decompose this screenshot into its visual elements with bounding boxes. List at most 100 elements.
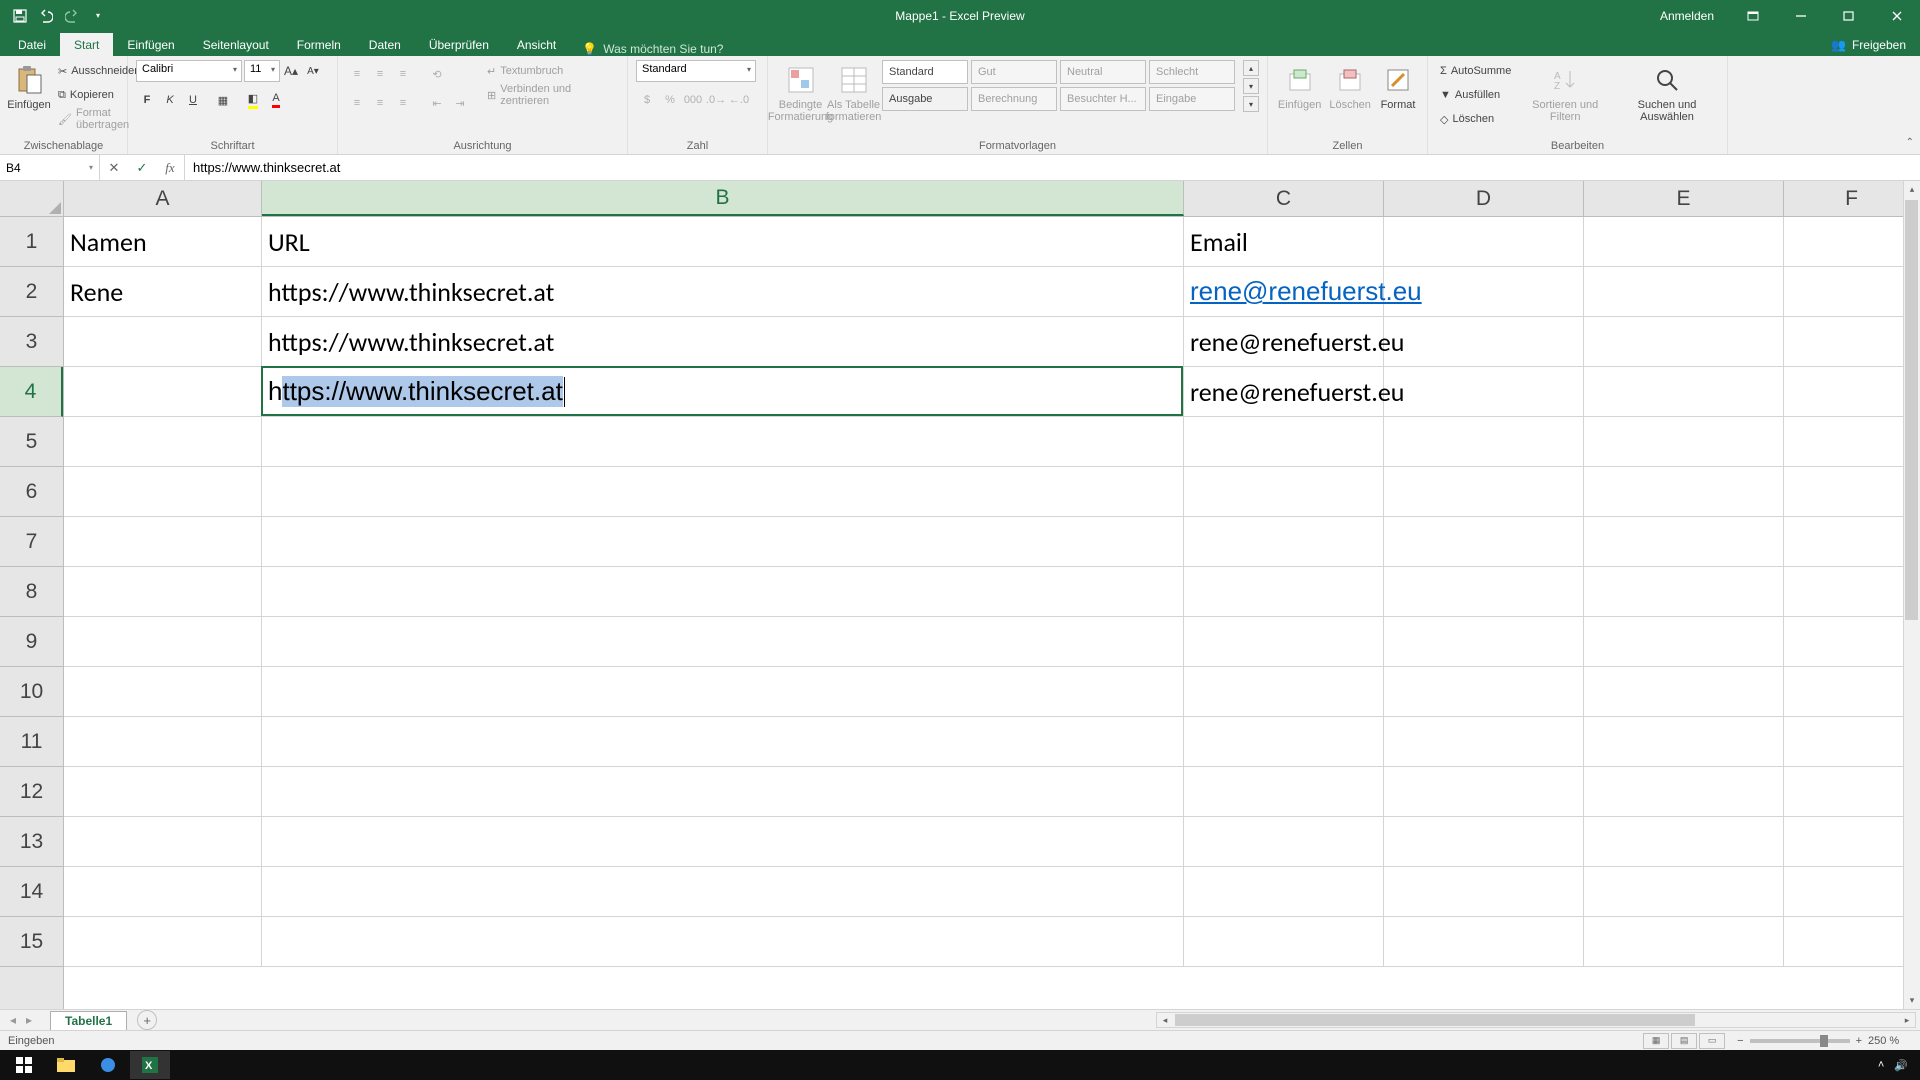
row-header-12[interactable]: 12 (0, 767, 63, 817)
sheet-nav-prev-icon[interactable]: ◂ (6, 1013, 20, 1027)
cell-C7[interactable] (1184, 517, 1384, 566)
cell-F11[interactable] (1784, 717, 1920, 766)
style-eingabe[interactable]: Eingabe (1149, 87, 1235, 111)
decrease-decimal-button[interactable]: ←.0 (728, 89, 750, 111)
increase-decimal-button[interactable]: .0→ (705, 89, 727, 111)
accounting-button[interactable]: $ (636, 89, 658, 111)
font-size-select[interactable]: 11 (244, 60, 280, 82)
minimize-icon[interactable] (1778, 0, 1824, 31)
row-header-11[interactable]: 11 (0, 717, 63, 767)
fill-button[interactable]: ▼Ausfüllen (1436, 84, 1515, 106)
cell-A11[interactable] (64, 717, 262, 766)
column-header-E[interactable]: E (1584, 181, 1784, 216)
formula-input[interactable]: https://www.thinksecret.at (185, 155, 1920, 180)
align-right-button[interactable]: ≡ (392, 92, 414, 114)
border-button[interactable]: ▦ (212, 89, 234, 111)
hscroll-thumb[interactable] (1175, 1014, 1695, 1026)
font-name-select[interactable]: Calibri (136, 60, 242, 82)
cell-F3[interactable] (1784, 317, 1920, 366)
start-button[interactable] (4, 1051, 44, 1079)
cell-D3[interactable] (1384, 317, 1584, 366)
cell-E11[interactable] (1584, 717, 1784, 766)
conditional-formatting-button[interactable]: Bedingte Formatierung (776, 60, 825, 127)
style-besuchter[interactable]: Besuchter H... (1060, 87, 1146, 111)
qat-customize-icon[interactable]: ▾ (86, 4, 110, 28)
row-header-13[interactable]: 13 (0, 817, 63, 867)
cell-B9[interactable] (262, 617, 1184, 666)
row-header-1[interactable]: 1 (0, 217, 63, 267)
cell-A10[interactable] (64, 667, 262, 716)
ribbon-display-icon[interactable] (1730, 0, 1776, 31)
cell-A9[interactable] (64, 617, 262, 666)
cell-E12[interactable] (1584, 767, 1784, 816)
delete-cells-button[interactable]: Löschen (1327, 60, 1373, 115)
save-icon[interactable] (8, 4, 32, 28)
cell-A15[interactable] (64, 917, 262, 966)
shrink-font-button[interactable]: A▾ (302, 60, 324, 82)
row-header-4[interactable]: 4 (0, 367, 63, 417)
cell-E13[interactable] (1584, 817, 1784, 866)
cell-D6[interactable] (1384, 467, 1584, 516)
cell-A4[interactable] (64, 367, 262, 416)
cell-A7[interactable] (64, 517, 262, 566)
grow-font-button[interactable]: A▴ (280, 60, 302, 82)
cell-E4[interactable] (1584, 367, 1784, 416)
decrease-indent-button[interactable]: ⇤ (426, 92, 448, 114)
cell-A5[interactable] (64, 417, 262, 466)
cell-E6[interactable] (1584, 467, 1784, 516)
row-header-6[interactable]: 6 (0, 467, 63, 517)
font-color-button[interactable]: A (265, 89, 287, 111)
tray-chevron-icon[interactable]: ˄ (1878, 1059, 1884, 1071)
cell-D10[interactable] (1384, 667, 1584, 716)
cell-F14[interactable] (1784, 867, 1920, 916)
insert-cells-button[interactable]: Einfügen (1276, 60, 1323, 115)
tab-review[interactable]: Überprüfen (415, 33, 503, 56)
cell-E8[interactable] (1584, 567, 1784, 616)
fx-icon[interactable]: fx (156, 155, 184, 180)
cell-E15[interactable] (1584, 917, 1784, 966)
cell-C9[interactable] (1184, 617, 1384, 666)
scroll-down-icon[interactable]: ▾ (1904, 992, 1920, 1009)
cell-C6[interactable] (1184, 467, 1384, 516)
vscroll-thumb[interactable] (1905, 200, 1918, 620)
row-header-3[interactable]: 3 (0, 317, 63, 367)
tab-data[interactable]: Daten (355, 33, 415, 56)
cell-B3[interactable]: https://www.thinksecret.at (262, 317, 1184, 366)
row-header-10[interactable]: 10 (0, 667, 63, 717)
align-left-button[interactable]: ≡ (346, 92, 368, 114)
cell-A2[interactable]: Rene (64, 267, 262, 316)
style-ausgabe[interactable]: Ausgabe (882, 87, 968, 111)
zoom-thumb[interactable] (1820, 1035, 1828, 1047)
tab-home[interactable]: Start (60, 33, 113, 56)
styles-scroll-down[interactable]: ▾ (1243, 78, 1259, 94)
align-middle-button[interactable]: ≡ (369, 63, 391, 85)
row-header-5[interactable]: 5 (0, 417, 63, 467)
cell-F8[interactable] (1784, 567, 1920, 616)
select-all-corner[interactable] (0, 181, 64, 217)
collapse-ribbon-icon[interactable]: ⌃ (1906, 137, 1914, 148)
style-standard[interactable]: Standard (882, 60, 968, 84)
cell-D15[interactable] (1384, 917, 1584, 966)
zoom-level[interactable]: 250 % (1868, 1035, 1912, 1047)
cell-C15[interactable] (1184, 917, 1384, 966)
cell-F7[interactable] (1784, 517, 1920, 566)
cell-B1[interactable]: URL (262, 217, 1184, 266)
orientation-button[interactable]: ⟲ (426, 63, 448, 85)
cell-B6[interactable] (262, 467, 1184, 516)
cell-D14[interactable] (1384, 867, 1584, 916)
maximize-icon[interactable] (1826, 0, 1872, 31)
enter-edit-icon[interactable]: ✓ (128, 155, 156, 180)
zoom-out-button[interactable]: − (1737, 1035, 1743, 1047)
tab-insert[interactable]: Einfügen (113, 33, 188, 56)
cell-A1[interactable]: Namen (64, 217, 262, 266)
style-neutral[interactable]: Neutral (1060, 60, 1146, 84)
underline-button[interactable]: U (182, 89, 204, 111)
scroll-left-icon[interactable]: ◂ (1157, 1013, 1173, 1027)
cell-B14[interactable] (262, 867, 1184, 916)
merge-button[interactable]: ⊞Verbinden und zentrieren (483, 84, 619, 106)
vertical-scrollbar[interactable]: ▴ ▾ (1903, 181, 1920, 1009)
italic-button[interactable]: K (159, 89, 181, 111)
cell-F10[interactable] (1784, 667, 1920, 716)
paste-button[interactable]: Einfügen (8, 60, 50, 115)
column-header-F[interactable]: F (1784, 181, 1920, 216)
